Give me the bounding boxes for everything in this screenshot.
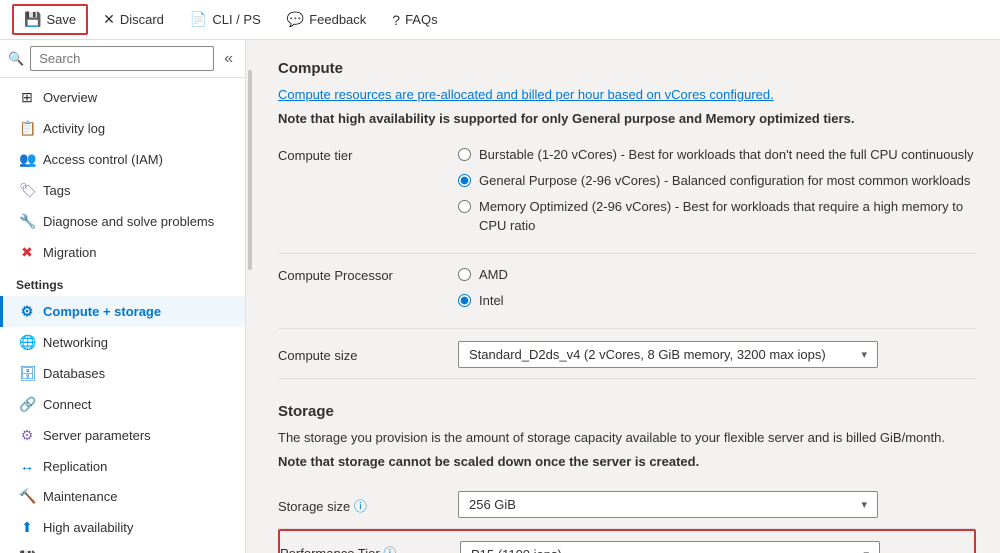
connect-icon: 🔗 bbox=[19, 396, 35, 413]
performance-tier-label: Performance Tier ⓘ bbox=[280, 541, 460, 553]
performance-tier-row: Performance Tier ⓘ P15 (1100 iops) ▾ bbox=[280, 531, 974, 553]
iam-icon: 👥 bbox=[19, 151, 35, 168]
tier-memory-optimized-option[interactable]: Memory Optimized (2-96 vCores) - Best fo… bbox=[458, 198, 976, 234]
compute-size-row: Compute size Standard_D2ds_v4 (2 vCores,… bbox=[278, 329, 976, 379]
sidebar-item-access-control[interactable]: 👥 Access control (IAM) bbox=[0, 144, 245, 175]
content-area: Compute Compute resources are pre-alloca… bbox=[254, 40, 1000, 553]
performance-tier-dropdown-arrow: ▾ bbox=[863, 548, 869, 553]
compute-desc-line1: Compute resources are pre-allocated and … bbox=[278, 85, 976, 105]
discard-icon: ✕ bbox=[103, 11, 115, 28]
sidebar-item-connect[interactable]: 🔗 Connect bbox=[0, 389, 245, 420]
sidebar-item-tags[interactable]: 🏷 Tags bbox=[0, 175, 245, 206]
cli-ps-button[interactable]: 📄 CLI / PS bbox=[179, 5, 272, 34]
sidebar-item-diagnose[interactable]: 🔧 Diagnose and solve problems bbox=[0, 206, 245, 237]
performance-tier-info-icon[interactable]: ⓘ bbox=[383, 546, 396, 553]
sidebar-item-maintenance[interactable]: 🔨 Maintenance bbox=[0, 481, 245, 512]
compute-section: Compute Compute resources are pre-alloca… bbox=[278, 60, 976, 379]
sidebar-item-networking[interactable]: 🌐 Networking bbox=[0, 327, 245, 358]
performance-tier-dropdown[interactable]: P15 (1100 iops) ▾ bbox=[460, 541, 880, 553]
compute-tier-row: Compute tier Burstable (1-20 vCores) - B… bbox=[278, 132, 976, 254]
storage-size-control: 256 GiB ▾ bbox=[458, 491, 976, 518]
compute-size-dropdown-arrow: ▾ bbox=[861, 348, 867, 361]
save-button[interactable]: 💾 Save bbox=[12, 4, 88, 35]
search-input[interactable] bbox=[30, 46, 214, 71]
performance-tier-control: P15 (1100 iops) ▾ bbox=[460, 541, 974, 553]
compute-desc-line2: Note that high availability is supported… bbox=[278, 109, 976, 129]
activity-log-icon: 📋 bbox=[19, 120, 35, 137]
sidebar-item-migration[interactable]: ✖ Migration bbox=[0, 237, 245, 268]
discard-button[interactable]: ✕ Discard bbox=[92, 5, 175, 34]
save-icon: 💾 bbox=[24, 11, 41, 28]
sidebar-item-server-parameters[interactable]: ⚙ Server parameters bbox=[0, 420, 245, 451]
storage-size-label: Storage size ⓘ bbox=[278, 494, 458, 515]
storage-size-row: Storage size ⓘ 256 GiB ▾ bbox=[278, 479, 976, 529]
performance-tier-container: Performance Tier ⓘ P15 (1100 iops) ▾ bbox=[278, 529, 976, 553]
sidebar-item-backup-restore[interactable]: 💾 Backup and restore bbox=[0, 543, 245, 553]
sidebar-item-compute-storage[interactable]: ⚙ Compute + storage bbox=[0, 296, 245, 327]
feedback-icon: 💬 bbox=[287, 11, 304, 28]
diagnose-icon: 🔧 bbox=[19, 213, 35, 230]
sidebar-item-replication[interactable]: ↔ Replication bbox=[0, 451, 245, 481]
storage-desc-line2: Note that storage cannot be scaled down … bbox=[278, 452, 976, 472]
cli-icon: 📄 bbox=[190, 11, 207, 28]
storage-section: Storage The storage you provision is the… bbox=[278, 403, 976, 553]
sidebar: 🔍 « ⊞ Overview 📋 Activity log 👥 Access c… bbox=[0, 40, 246, 553]
feedback-button[interactable]: 💬 Feedback bbox=[276, 5, 378, 34]
storage-section-title: Storage bbox=[278, 403, 976, 420]
maintenance-icon: 🔨 bbox=[19, 488, 35, 505]
tier-general-purpose-option[interactable]: General Purpose (2-96 vCores) - Balanced… bbox=[458, 172, 976, 190]
sidebar-collapse-button[interactable]: « bbox=[220, 48, 237, 70]
sidebar-search-bar: 🔍 « bbox=[0, 40, 245, 78]
processor-intel-option[interactable]: Intel bbox=[458, 292, 976, 310]
overview-icon: ⊞ bbox=[19, 89, 35, 106]
toolbar: 💾 Save ✕ Discard 📄 CLI / PS 💬 Feedback ?… bbox=[0, 0, 1000, 40]
storage-size-dropdown-arrow: ▾ bbox=[861, 498, 867, 511]
compute-size-control: Standard_D2ds_v4 (2 vCores, 8 GiB memory… bbox=[458, 341, 976, 368]
compute-tier-label: Compute tier bbox=[278, 146, 458, 163]
faqs-icon: ? bbox=[392, 12, 400, 28]
storage-size-dropdown[interactable]: 256 GiB ▾ bbox=[458, 491, 878, 518]
tier-burstable-option[interactable]: Burstable (1-20 vCores) - Best for workl… bbox=[458, 146, 976, 164]
sidebar-item-databases[interactable]: 🗄 Databases bbox=[0, 358, 245, 389]
faqs-button[interactable]: ? FAQs bbox=[381, 6, 448, 34]
main-layout: 🔍 « ⊞ Overview 📋 Activity log 👥 Access c… bbox=[0, 40, 1000, 553]
storage-size-info-icon[interactable]: ⓘ bbox=[354, 499, 367, 514]
compute-processor-options: AMD Intel bbox=[458, 266, 976, 318]
storage-desc-line1: The storage you provision is the amount … bbox=[278, 428, 976, 448]
compute-section-title: Compute bbox=[278, 60, 976, 77]
compute-size-label: Compute size bbox=[278, 346, 458, 363]
high-availability-icon: ⬆ bbox=[19, 519, 35, 536]
sidebar-item-high-availability[interactable]: ⬆ High availability bbox=[0, 512, 245, 543]
compute-processor-row: Compute Processor AMD Intel bbox=[278, 254, 976, 329]
databases-icon: 🗄 bbox=[19, 365, 35, 382]
processor-amd-option[interactable]: AMD bbox=[458, 266, 976, 284]
compute-size-dropdown[interactable]: Standard_D2ds_v4 (2 vCores, 8 GiB memory… bbox=[458, 341, 878, 368]
compute-processor-label: Compute Processor bbox=[278, 266, 458, 283]
sidebar-nav: ⊞ Overview 📋 Activity log 👥 Access contr… bbox=[0, 78, 245, 553]
tags-icon: 🏷 bbox=[19, 182, 35, 199]
settings-section-label: Settings bbox=[0, 268, 245, 296]
networking-icon: 🌐 bbox=[19, 334, 35, 351]
server-parameters-icon: ⚙ bbox=[19, 427, 35, 444]
migration-icon: ✖ bbox=[19, 244, 35, 261]
sidebar-item-overview[interactable]: ⊞ Overview bbox=[0, 82, 245, 113]
search-icon: 🔍 bbox=[8, 51, 24, 67]
replication-icon: ↔ bbox=[19, 458, 35, 474]
compute-storage-icon: ⚙ bbox=[19, 303, 35, 320]
sidebar-item-activity-log[interactable]: 📋 Activity log bbox=[0, 113, 245, 144]
compute-tier-options: Burstable (1-20 vCores) - Best for workl… bbox=[458, 146, 976, 243]
sidebar-scrollbar bbox=[246, 40, 254, 553]
